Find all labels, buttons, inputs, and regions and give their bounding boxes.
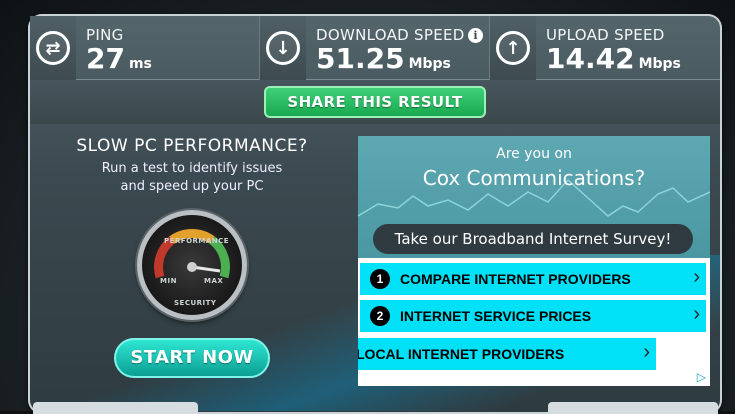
gauge-min-label: MIN xyxy=(160,277,177,285)
bottom-tab-left xyxy=(33,402,198,414)
ad-question-1: Are you on xyxy=(496,146,572,162)
performance-gauge-icon: PERFORMANCE MIN MAX SECURITY xyxy=(137,210,247,320)
stats-bar: ⇄ PING 27 ms ↓ DOWNLOAD SPEED 51.25 Mbps i… xyxy=(30,16,720,80)
adchoices-icon[interactable]: ▷ xyxy=(697,370,706,384)
ping-stat: ⇄ PING 27 ms xyxy=(30,16,260,80)
chevron-right-icon: › xyxy=(643,341,650,363)
number-2-icon: 2 xyxy=(370,306,390,326)
upload-stat: ↑ UPLOAD SPEED 14.42 Mbps xyxy=(490,16,720,80)
ping-unit: ms xyxy=(128,56,152,72)
share-result-button[interactable]: SHARE THIS RESULT xyxy=(264,86,486,118)
link-label: INTERNET SERVICE PRICES xyxy=(400,308,592,324)
ad-header: Are you on Cox Communications? Take our … xyxy=(358,136,710,258)
bottom-tab-right xyxy=(548,402,718,414)
gauge-bottom-label: SECURITY xyxy=(174,299,217,307)
survey-button[interactable]: Take our Broadband Internet Survey! xyxy=(373,224,693,254)
link-label: COMPARE INTERNET PROVIDERS xyxy=(400,271,631,287)
promo-line-2: and speed up your PC xyxy=(120,179,264,194)
swap-arrows-icon: ⇄ xyxy=(36,31,70,65)
arrow-up-icon: ↑ xyxy=(496,31,530,65)
start-now-button[interactable]: START NOW xyxy=(114,338,270,378)
promo-title: SLOW PC PERFORMANCE? xyxy=(76,136,308,156)
compare-providers-link[interactable]: 1 COMPARE INTERNET PROVIDERS › xyxy=(360,263,706,295)
ad-banner[interactable]: Are you on Cox Communications? Take our … xyxy=(358,136,710,386)
chevron-right-icon: › xyxy=(693,266,700,288)
service-prices-link[interactable]: 2 INTERNET SERVICE PRICES › xyxy=(360,300,706,332)
ad-question-2: Cox Communications? xyxy=(422,166,646,190)
local-providers-link[interactable]: LOCAL INTERNET PROVIDERS › xyxy=(358,338,656,370)
gauge-top-label: PERFORMANCE xyxy=(164,237,230,245)
download-value: 51.25 xyxy=(316,42,405,75)
ping-value: 27 xyxy=(86,42,125,75)
chevron-right-icon: › xyxy=(693,303,700,325)
download-stat: ↓ DOWNLOAD SPEED 51.25 Mbps i xyxy=(260,16,490,80)
promo-line-1: Run a test to identify issues xyxy=(101,161,283,176)
gauge-max-label: MAX xyxy=(204,277,224,285)
pc-performance-promo: SLOW PC PERFORMANCE? Run a test to ident… xyxy=(52,136,332,196)
arrow-down-icon: ↓ xyxy=(266,31,300,65)
link-label: LOCAL INTERNET PROVIDERS xyxy=(358,346,565,362)
info-icon[interactable]: i xyxy=(468,28,483,43)
download-unit: Mbps xyxy=(408,56,451,72)
upload-value: 14.42 xyxy=(546,42,635,75)
upload-unit: Mbps xyxy=(638,56,681,72)
number-1-icon: 1 xyxy=(370,269,390,289)
